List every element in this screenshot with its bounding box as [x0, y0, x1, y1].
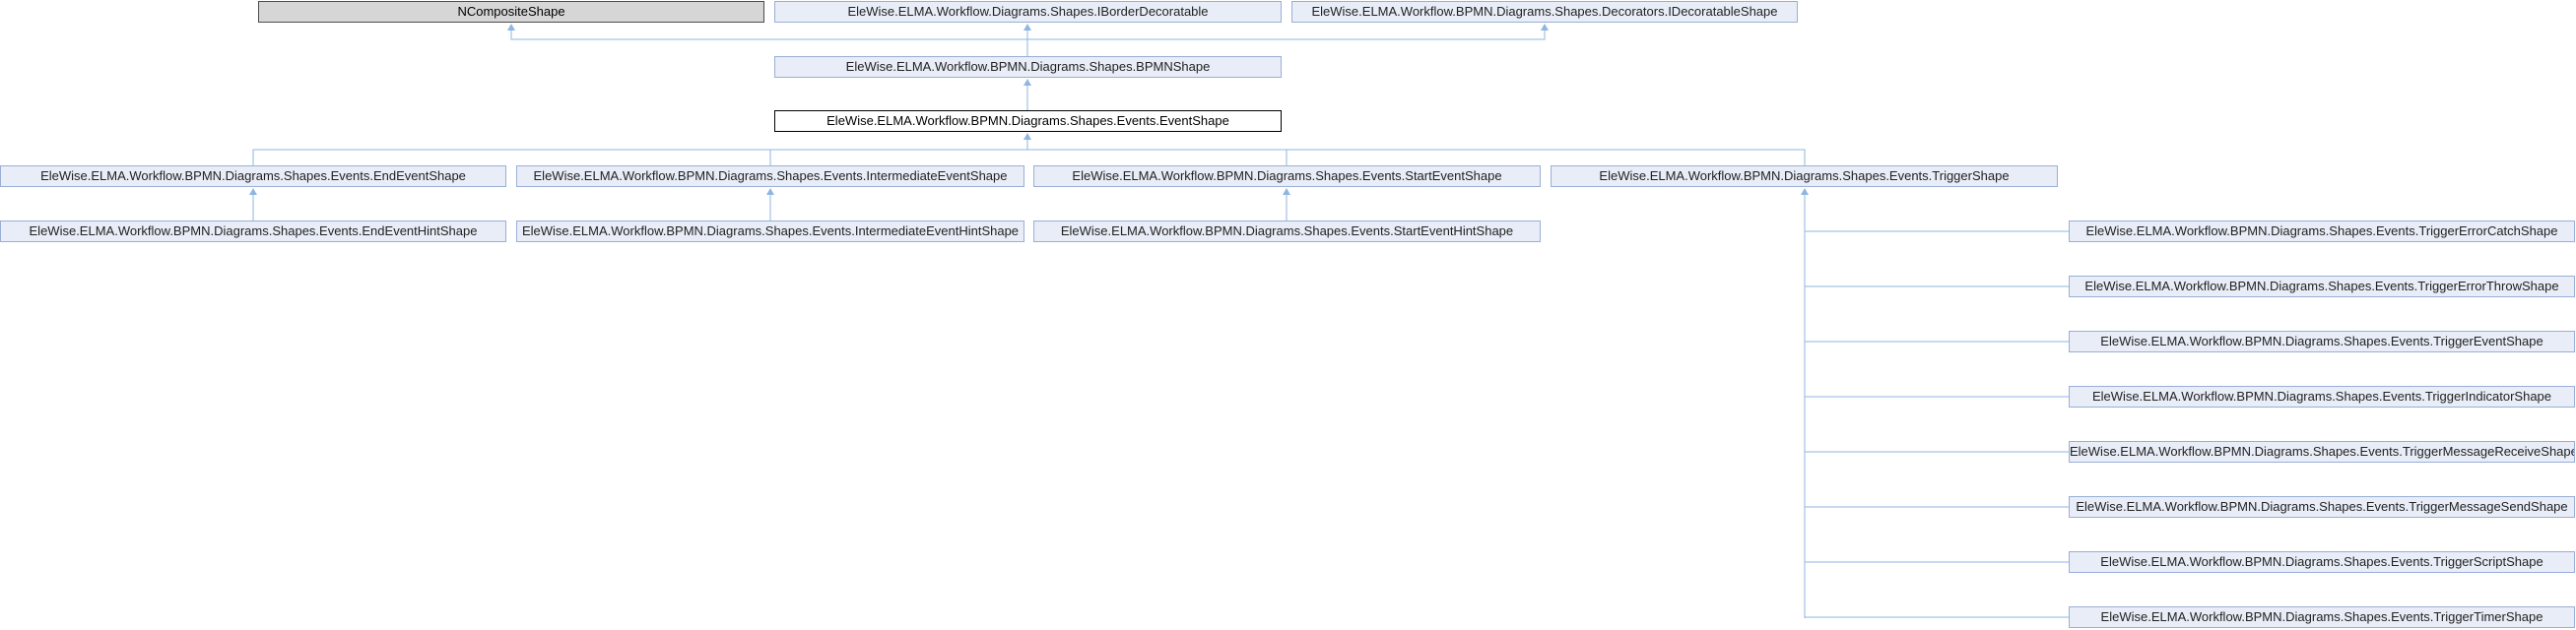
arrow-endevent	[249, 188, 257, 195]
node-idecoratable-shape[interactable]: EleWise.ELMA.Workflow.BPMN.Diagrams.Shap…	[1291, 1, 1798, 23]
arrow-ncomposite	[507, 24, 515, 31]
node-trigger-script-shape[interactable]: EleWise.ELMA.Workflow.BPMN.Diagrams.Shap…	[2069, 551, 2575, 573]
node-start-event-shape[interactable]: EleWise.ELMA.Workflow.BPMN.Diagrams.Shap…	[1033, 165, 1541, 187]
inheritance-edges	[249, 24, 2069, 618]
arrow-eventshape	[1024, 133, 1031, 140]
node-intermediate-event-hint-shape[interactable]: EleWise.ELMA.Workflow.BPMN.Diagrams.Shap…	[516, 220, 1024, 242]
node-trigger-error-throw-shape[interactable]: EleWise.ELMA.Workflow.BPMN.Diagrams.Shap…	[2069, 276, 2575, 297]
node-iborder-decoratable[interactable]: EleWise.ELMA.Workflow.Diagrams.Shapes.IB…	[774, 1, 1282, 23]
node-trigger-message-receive-shape[interactable]: EleWise.ELMA.Workflow.BPMN.Diagrams.Shap…	[2069, 441, 2575, 463]
inheritance-diagram: NCompositeShape EleWise.ELMA.Workflow.Di…	[0, 0, 2576, 630]
arrow-trigger	[1801, 188, 1809, 195]
edge-bpmnshape-to-idecoratable	[1027, 26, 1546, 40]
node-trigger-error-catch-shape[interactable]: EleWise.ELMA.Workflow.BPMN.Diagrams.Shap…	[2069, 220, 2575, 242]
node-bpmn-shape[interactable]: EleWise.ELMA.Workflow.BPMN.Diagrams.Shap…	[774, 56, 1282, 78]
node-start-event-hint-shape[interactable]: EleWise.ELMA.Workflow.BPMN.Diagrams.Shap…	[1033, 220, 1541, 242]
node-ncomposite-shape[interactable]: NCompositeShape	[258, 1, 764, 23]
node-trigger-shape[interactable]: EleWise.ELMA.Workflow.BPMN.Diagrams.Shap…	[1551, 165, 2058, 187]
node-trigger-indicator-shape[interactable]: EleWise.ELMA.Workflow.BPMN.Diagrams.Shap…	[2069, 386, 2575, 408]
arrow-startevent	[1283, 188, 1290, 195]
node-trigger-timer-shape[interactable]: EleWise.ELMA.Workflow.BPMN.Diagrams.Shap…	[2069, 606, 2575, 628]
node-trigger-message-send-shape[interactable]: EleWise.ELMA.Workflow.BPMN.Diagrams.Shap…	[2069, 496, 2575, 518]
node-trigger-event-shape[interactable]: EleWise.ELMA.Workflow.BPMN.Diagrams.Shap…	[2069, 331, 2575, 352]
arrow-iborder	[1024, 24, 1031, 31]
node-end-event-hint-shape[interactable]: EleWise.ELMA.Workflow.BPMN.Diagrams.Shap…	[0, 220, 506, 242]
edge-row3-bus	[252, 149, 1806, 165]
node-event-shape[interactable]: EleWise.ELMA.Workflow.BPMN.Diagrams.Shap…	[774, 110, 1282, 132]
node-end-event-shape[interactable]: EleWise.ELMA.Workflow.BPMN.Diagrams.Shap…	[0, 165, 506, 187]
arrow-bpmnshape	[1024, 79, 1031, 86]
arrow-idecoratable	[1541, 24, 1549, 31]
arrow-intermediateevent	[766, 188, 774, 195]
edge-bpmnshape-to-ncomposite	[510, 26, 1028, 56]
node-intermediate-event-shape[interactable]: EleWise.ELMA.Workflow.BPMN.Diagrams.Shap…	[516, 165, 1024, 187]
